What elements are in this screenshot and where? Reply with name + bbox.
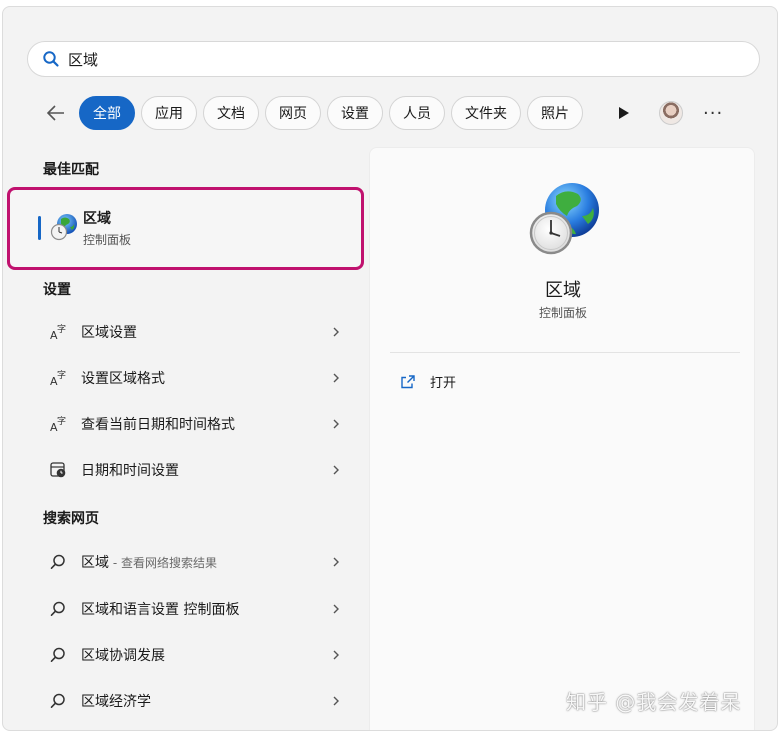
best-match-result[interactable]: 区域 控制面板: [7, 187, 364, 270]
web-result-query: 区域: [81, 555, 109, 571]
svg-text:字: 字: [57, 369, 66, 381]
settings-result-label: 设置区域格式: [81, 371, 165, 387]
chevron-right-icon: [333, 696, 339, 706]
arrow-left-icon: [46, 105, 64, 121]
language-settings-icon: A 字: [47, 321, 69, 343]
best-match-heading: 最佳匹配: [43, 162, 99, 178]
globe-clock-icon: [50, 214, 77, 241]
preview-pane: 区域 控制面板 打开: [369, 147, 755, 730]
more-options-button[interactable]: ···: [703, 103, 723, 124]
divider: [390, 352, 740, 353]
language-settings-icon: A 字: [47, 413, 69, 435]
preview-title: 区域: [545, 280, 581, 301]
more-filters-button[interactable]: [611, 100, 637, 126]
search-box[interactable]: [27, 41, 760, 77]
globe-clock-icon: [529, 183, 599, 255]
svg-text:字: 字: [57, 323, 66, 335]
filter-chip-settings[interactable]: 设置: [327, 96, 383, 130]
chevron-right-icon: [333, 650, 339, 660]
search-input[interactable]: [68, 50, 668, 68]
best-match-subtitle: 控制面板: [83, 233, 132, 247]
settings-result-label: 日期和时间设置: [81, 463, 179, 479]
filter-chip-photos[interactable]: 照片: [527, 96, 583, 130]
calendar-clock-icon: [47, 459, 69, 481]
web-result-region[interactable]: 区域 - 查看网络搜索结果: [39, 542, 349, 582]
back-button[interactable]: [39, 96, 73, 130]
chevron-right-icon: [333, 604, 339, 614]
start-search-window: 全部 应用 文档 网页 设置 人员 文件夹 照片 ··· 最佳匹配: [2, 6, 778, 731]
web-search-heading: 搜索网页: [43, 511, 99, 527]
web-result-label: 区域协调发展: [81, 648, 165, 664]
preview-subtitle: 控制面板: [538, 306, 587, 320]
web-result-label: 区域 - 查看网络搜索结果: [81, 552, 329, 572]
language-settings-icon: A 字: [47, 367, 69, 389]
settings-result-region-settings[interactable]: A 字 区域设置: [39, 312, 349, 352]
web-result-label: 区域和语言设置 控制面板: [81, 602, 240, 618]
open-action-label: 打开: [430, 376, 457, 391]
filter-chip-documents[interactable]: 文档: [203, 96, 259, 130]
web-result-regional-development[interactable]: 区域协调发展: [39, 635, 349, 675]
chevron-right-icon: [333, 465, 339, 475]
filter-chip-all[interactable]: 全部: [79, 96, 135, 130]
search-icon: [43, 51, 59, 67]
settings-result-datetime-format[interactable]: A 字 查看当前日期和时间格式: [39, 404, 349, 444]
settings-result-label: 区域设置: [81, 325, 137, 341]
play-icon: [619, 107, 629, 119]
svg-text:字: 字: [57, 415, 66, 427]
open-external-icon: [401, 374, 415, 388]
filter-row: 全部 应用 文档 网页 设置 人员 文件夹 照片 ···: [39, 94, 769, 132]
settings-result-label: 查看当前日期和时间格式: [81, 417, 235, 433]
user-avatar[interactable]: [659, 101, 683, 125]
filter-chip-people[interactable]: 人员: [389, 96, 445, 130]
settings-heading: 设置: [43, 282, 71, 298]
settings-result-datetime-settings[interactable]: 日期和时间设置: [39, 450, 349, 490]
web-result-region-language-settings[interactable]: 区域和语言设置 控制面板: [39, 589, 349, 629]
chevron-right-icon: [333, 327, 339, 337]
search-icon: [47, 690, 69, 712]
filter-chip-apps[interactable]: 应用: [141, 96, 197, 130]
filter-chip-folders[interactable]: 文件夹: [451, 96, 521, 130]
watermark: 知乎 @我会发着呆: [566, 690, 742, 714]
results-pane: 最佳匹配 区域 控制面板 设置 A 字 区域设置 A 字 设置区域格式 A 字 …: [3, 147, 365, 730]
web-result-regional-economics[interactable]: 区域经济学: [39, 681, 349, 721]
search-icon: [47, 644, 69, 666]
best-match-title: 区域: [83, 211, 111, 227]
chevron-right-icon: [333, 557, 339, 567]
selection-indicator: [38, 216, 41, 240]
web-result-suffix: - 查看网络搜索结果: [109, 556, 217, 570]
search-icon: [47, 598, 69, 620]
web-result-label: 区域经济学: [81, 694, 151, 710]
chevron-right-icon: [333, 373, 339, 383]
settings-result-region-format[interactable]: A 字 设置区域格式: [39, 358, 349, 398]
filter-chip-web[interactable]: 网页: [265, 96, 321, 130]
open-action[interactable]: 打开: [400, 372, 456, 391]
search-icon: [47, 551, 69, 573]
chevron-right-icon: [333, 419, 339, 429]
